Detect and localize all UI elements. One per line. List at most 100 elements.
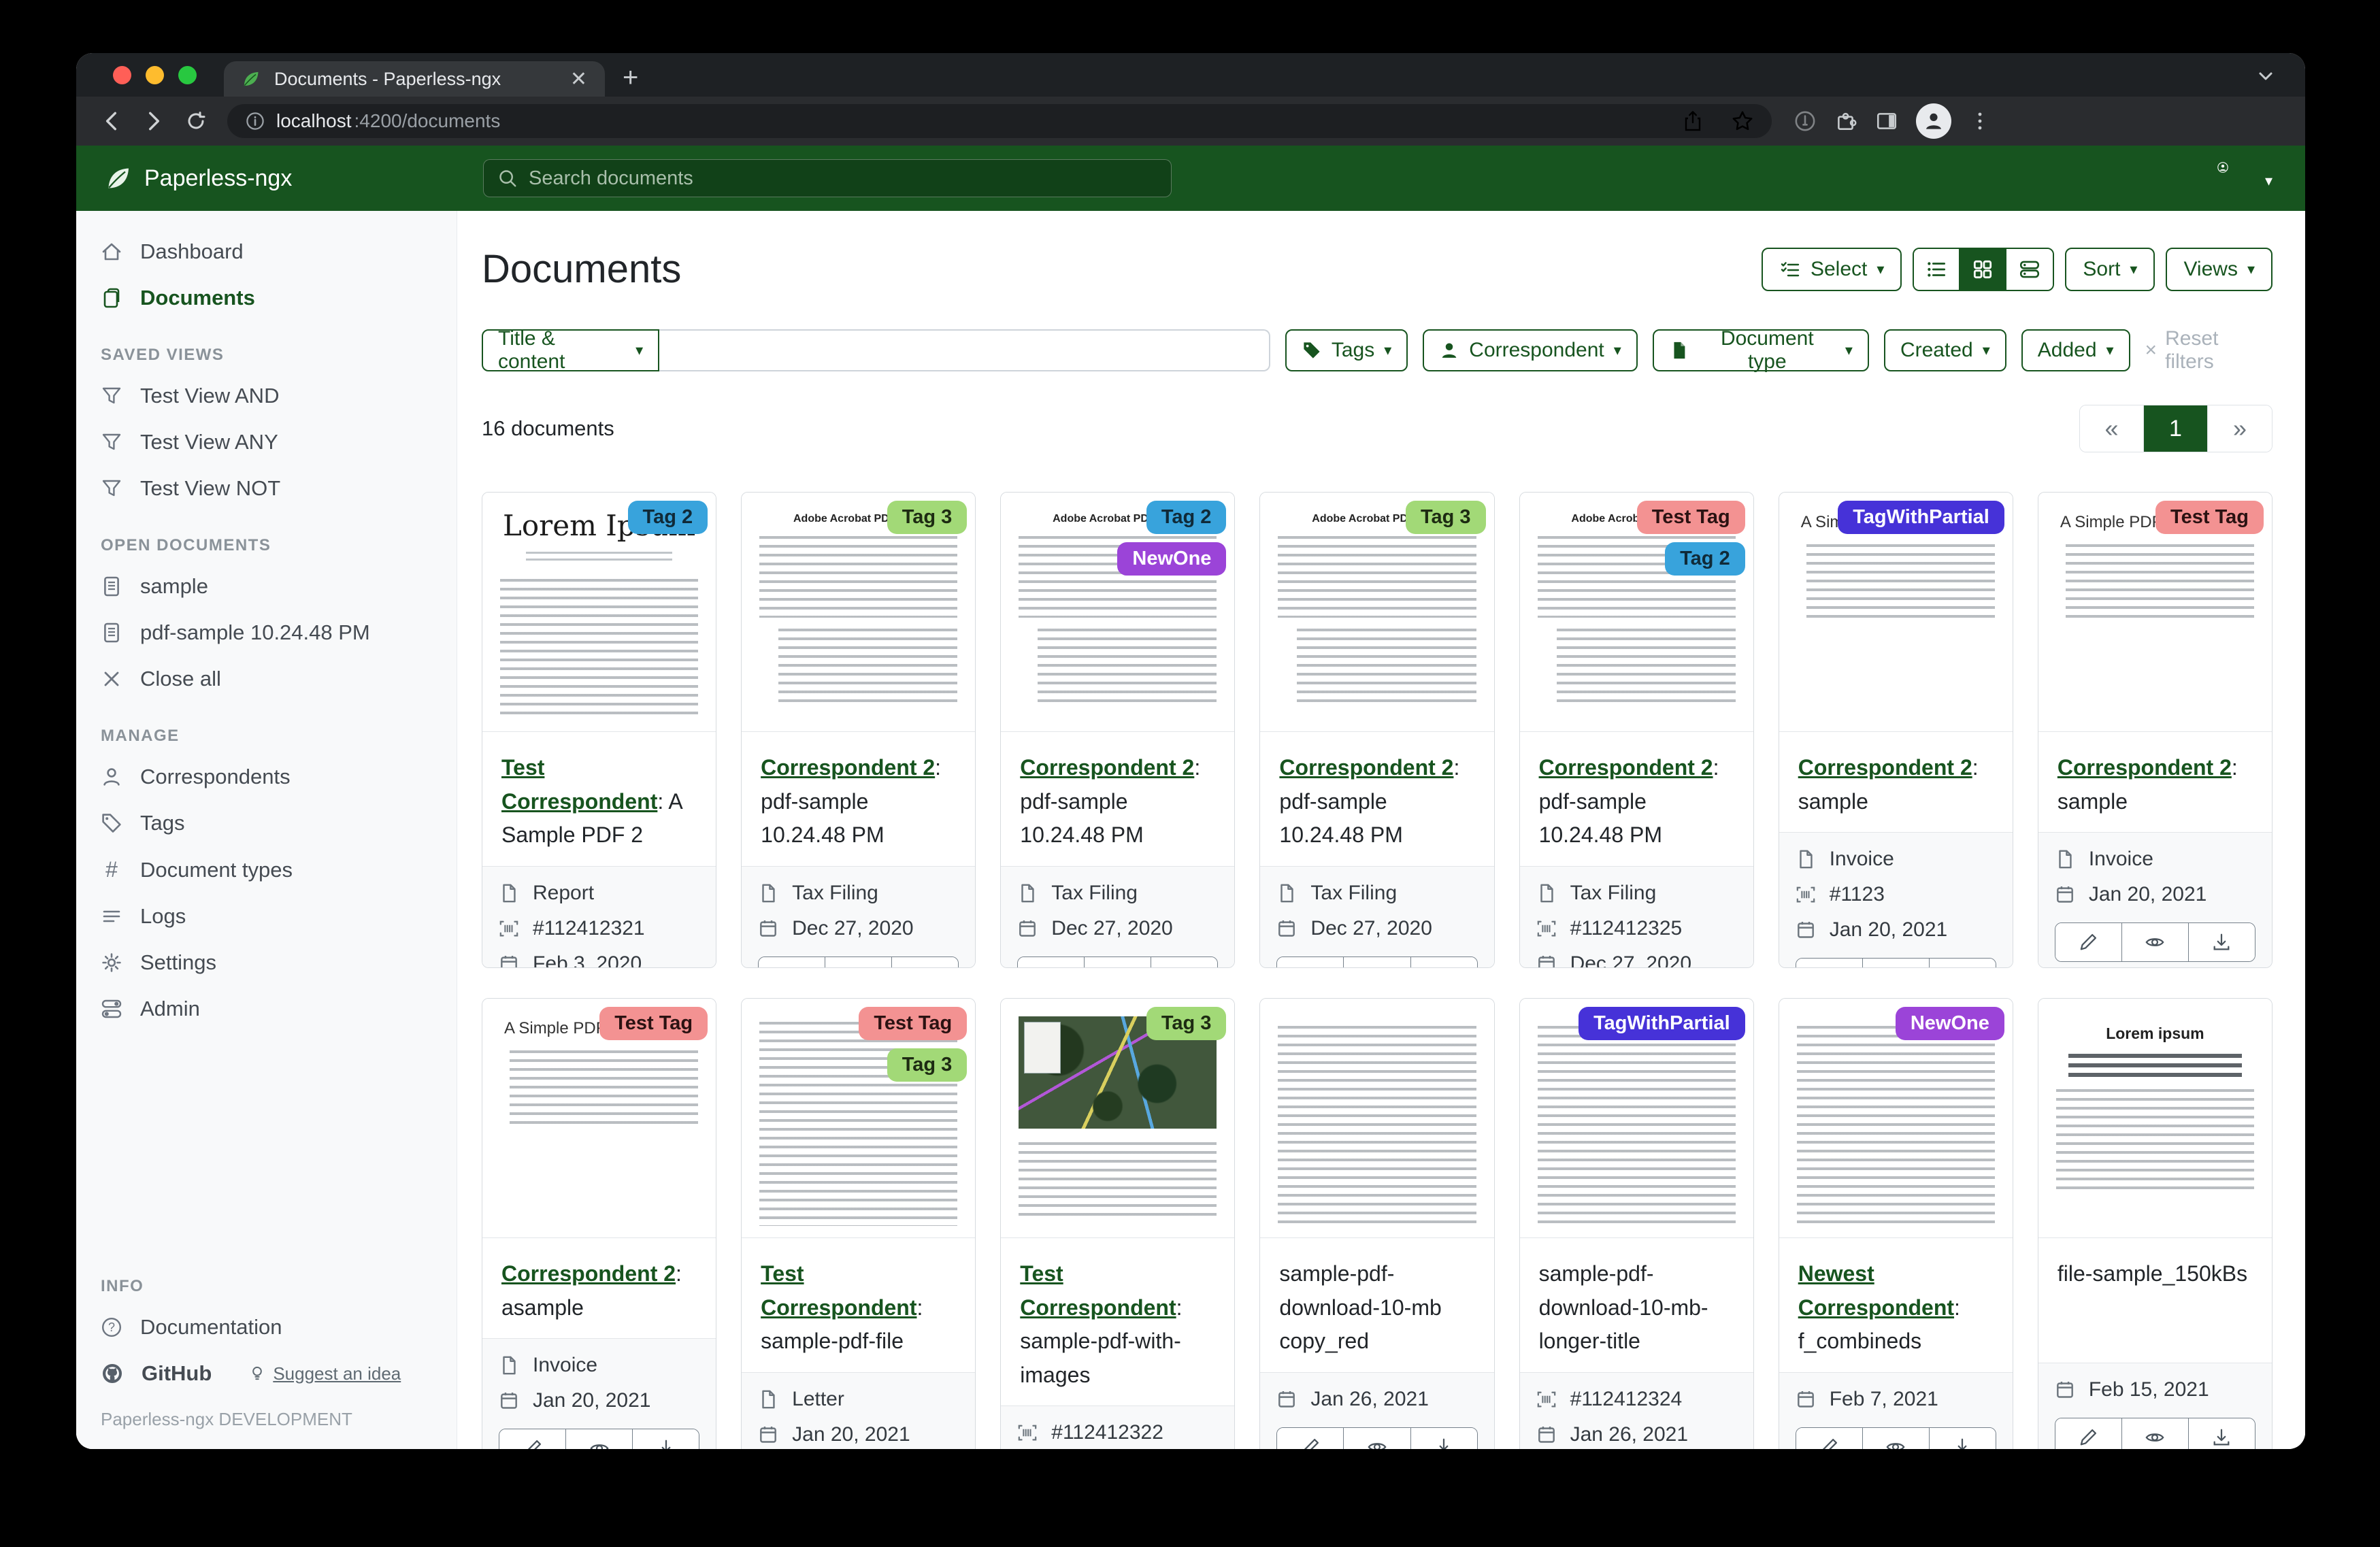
view-list-button[interactable]	[1914, 249, 1960, 290]
tag-badge[interactable]: Tag 2	[1665, 542, 1745, 576]
view-button[interactable]	[2122, 1418, 2189, 1449]
view-detail-button[interactable]	[2006, 249, 2053, 290]
download-button[interactable]	[1411, 1428, 1477, 1449]
document-title[interactable]: Correspondent 2: pdf-sample 10.24.48 PM	[1260, 732, 1493, 866]
minimize-window-button[interactable]	[146, 66, 164, 84]
document-title[interactable]: Correspondent 2: sample	[2038, 732, 2272, 832]
view-button[interactable]	[1344, 1428, 1410, 1449]
sidebar-item-saved-view-and[interactable]: Test View AND	[76, 373, 457, 419]
zoom-window-button[interactable]	[178, 66, 197, 84]
document-title[interactable]: Correspondent 2: pdf-sample 10.24.48 PM	[742, 732, 975, 866]
tag-badge[interactable]: Tag 2	[1146, 501, 1227, 534]
select-dropdown-button[interactable]: Select ▾	[1762, 248, 1902, 291]
correspondent-link[interactable]: Correspondent 2	[1020, 755, 1194, 780]
tag-badge[interactable]: TagWithPartial	[1579, 1007, 1745, 1040]
title-content-field-button[interactable]: Title & content ▾	[482, 329, 659, 371]
view-button[interactable]	[825, 957, 892, 968]
sidebar-item-admin[interactable]: Admin	[76, 986, 457, 1032]
search-input[interactable]	[529, 167, 1157, 190]
reset-filters-button[interactable]: × Reset filters	[2145, 327, 2272, 373]
extensions-puzzle-icon[interactable]	[1834, 110, 1857, 133]
forward-button[interactable]	[136, 103, 171, 139]
global-search[interactable]	[483, 159, 1172, 197]
document-thumbnail[interactable]: Adobe Acrobat PDF Files Tag 3	[1260, 493, 1493, 732]
tags-filter-button[interactable]: Tags ▾	[1285, 329, 1408, 371]
pagination-current-page[interactable]: 1	[2144, 405, 2208, 452]
correspondent-link[interactable]: Correspondent 2	[2057, 755, 2232, 780]
document-thumbnail[interactable]: Adobe Acrobat PDF Files Tag 2NewOne	[1001, 493, 1234, 732]
tag-badge[interactable]: Tag 3	[887, 1048, 968, 1082]
download-button[interactable]	[1930, 959, 1996, 968]
document-title[interactable]: Correspondent 2: pdf-sample 10.24.48 PM	[1001, 732, 1234, 866]
tag-badge[interactable]: Test Tag	[859, 1007, 967, 1040]
tab-search-chevron-icon[interactable]	[2255, 65, 2277, 87]
bookmark-star-icon[interactable]	[1731, 110, 1754, 133]
document-title[interactable]: Test Correspondent: A Sample PDF 2	[482, 732, 716, 866]
pagination-prev-button[interactable]: «	[2080, 405, 2144, 452]
reload-button[interactable]	[178, 103, 214, 139]
close-tab-icon[interactable]: ✕	[570, 67, 587, 91]
correspondent-link[interactable]: Correspondent 2	[1798, 755, 1972, 780]
edit-button[interactable]	[2055, 923, 2122, 961]
tag-badge[interactable]: NewOne	[1896, 1007, 2004, 1040]
sidebar-item-saved-view-not[interactable]: Test View NOT	[76, 465, 457, 512]
download-button[interactable]	[2189, 1418, 2255, 1449]
tag-badge[interactable]: Tag 3	[1146, 1007, 1227, 1040]
document-type-filter-button[interactable]: Document type ▾	[1653, 329, 1869, 371]
document-title[interactable]: sample-pdf-download-10-mb copy_red	[1260, 1238, 1493, 1372]
views-dropdown-button[interactable]: Views ▾	[2166, 248, 2272, 291]
document-thumbnail[interactable]: Tag 3	[1001, 999, 1234, 1238]
edit-button[interactable]	[499, 1429, 566, 1449]
tag-badge[interactable]: Tag 2	[628, 501, 708, 534]
view-button[interactable]	[1863, 959, 1930, 968]
sort-dropdown-button[interactable]: Sort ▾	[2065, 248, 2155, 291]
tag-badge[interactable]: Tag 3	[887, 501, 968, 534]
document-thumbnail[interactable]: Adobe Acrobat PDF Files Test TagTag 2	[1520, 493, 1753, 732]
sidebar-item-close-all[interactable]: Close all	[76, 656, 457, 702]
side-panel-icon[interactable]	[1875, 110, 1898, 133]
site-info-icon[interactable]	[245, 111, 265, 131]
document-thumbnail[interactable]: Test Tag Tag 3	[742, 999, 975, 1238]
document-thumbnail[interactable]	[1260, 999, 1493, 1238]
document-thumbnail[interactable]: Lorem Ipsum Tag 2	[482, 493, 716, 732]
tag-badge[interactable]: TagWithPartial	[1838, 501, 2004, 534]
correspondent-link[interactable]: Test Correspondent	[501, 755, 657, 814]
user-menu[interactable]: ▾	[2217, 162, 2272, 200]
edit-button[interactable]	[1796, 1428, 1863, 1449]
new-tab-button[interactable]: +	[623, 64, 638, 91]
tag-badge[interactable]: Test Tag	[1637, 501, 1745, 534]
view-grid-button[interactable]	[1960, 249, 2006, 290]
download-button[interactable]	[892, 957, 958, 968]
document-title[interactable]: Correspondent 2: pdf-sample 10.24.48 PM	[1520, 732, 1753, 866]
sidebar-item-document-types[interactable]: # Document types	[76, 846, 457, 893]
correspondent-link[interactable]: Test Correspondent	[761, 1261, 916, 1320]
created-filter-button[interactable]: Created ▾	[1884, 329, 2006, 371]
download-button[interactable]	[1930, 1428, 1996, 1449]
document-title[interactable]: Correspondent 2: sample	[1779, 732, 2013, 832]
edit-button[interactable]	[1277, 1428, 1344, 1449]
sidebar-item-documentation[interactable]: Documentation	[76, 1304, 457, 1350]
document-thumbnail[interactable]: Adobe Acrobat PDF Files Tag 3	[742, 493, 975, 732]
tag-badge[interactable]: NewOne	[1117, 542, 1226, 576]
download-button[interactable]	[2189, 923, 2255, 961]
tag-badge[interactable]: Test Tag	[599, 1007, 708, 1040]
document-thumbnail[interactable]: TagWithPartial	[1520, 999, 1753, 1238]
document-title[interactable]: Newest Correspondent: f_combineds	[1779, 1238, 2013, 1372]
password-manager-icon[interactable]	[1794, 110, 1817, 133]
correspondent-link[interactable]: Newest Correspondent	[1798, 1261, 1954, 1320]
app-brand[interactable]: Paperless-ngx	[105, 165, 292, 192]
sidebar-item-open-doc-pdf-sample[interactable]: pdf-sample 10.24.48 PM	[76, 610, 457, 656]
edit-button[interactable]	[1796, 959, 1863, 968]
edit-button[interactable]	[1277, 957, 1344, 968]
address-bar[interactable]: localhost:4200/documents	[227, 104, 1772, 138]
sidebar-item-github[interactable]: GitHub	[101, 1361, 212, 1386]
edit-button[interactable]	[759, 957, 825, 968]
edit-button[interactable]	[2055, 1418, 2122, 1449]
document-title[interactable]: Test Correspondent: sample-pdf-file	[742, 1238, 975, 1372]
pagination-next-button[interactable]: »	[2208, 405, 2272, 452]
document-title[interactable]: Correspondent 2: asample	[482, 1238, 716, 1338]
share-icon[interactable]	[1682, 110, 1704, 132]
correspondent-link[interactable]: Correspondent 2	[761, 755, 935, 780]
correspondent-link[interactable]: Correspondent 2	[1279, 755, 1453, 780]
view-button[interactable]	[566, 1429, 633, 1449]
